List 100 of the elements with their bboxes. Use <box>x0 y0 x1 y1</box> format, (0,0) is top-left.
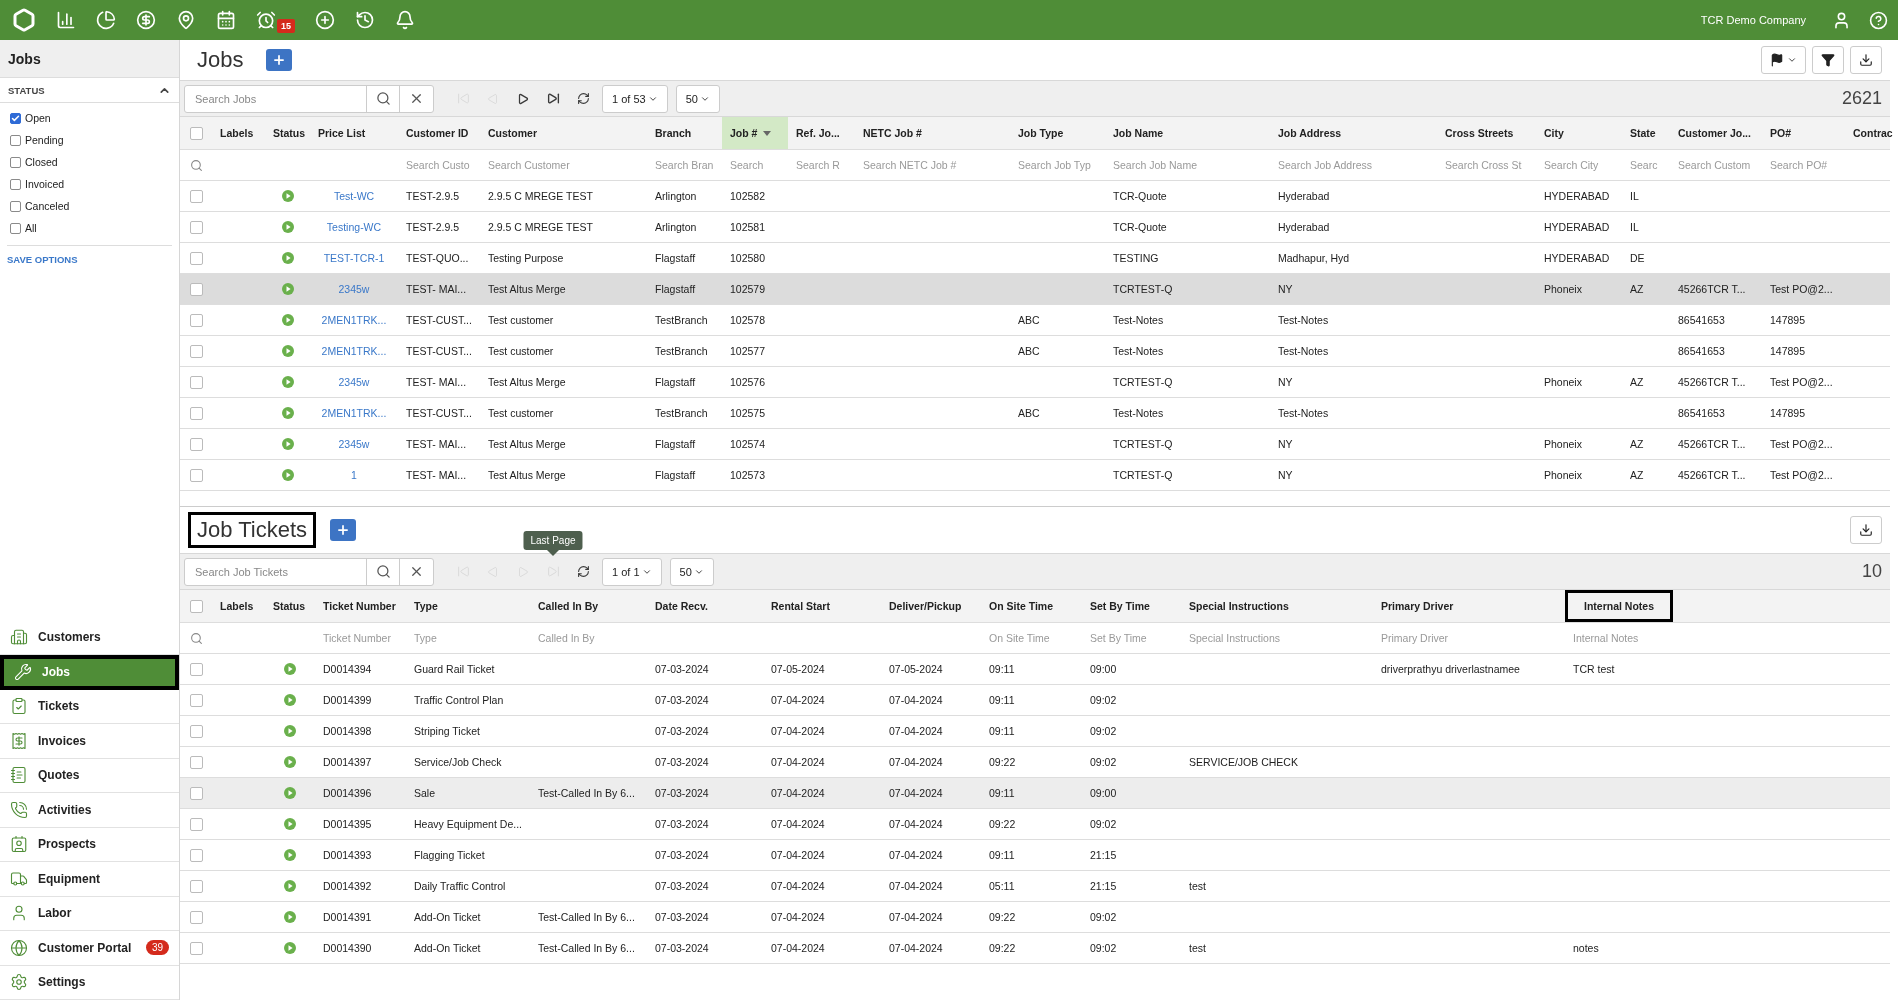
column-header[interactable]: Primary Driver <box>1373 590 1565 622</box>
alarm-clock-icon[interactable] <box>256 10 276 30</box>
column-header[interactable]: PO# <box>1762 117 1845 149</box>
column-header[interactable]: Job Type <box>1010 117 1105 149</box>
price-list-link[interactable]: 1 <box>351 469 357 481</box>
filter-field[interactable]: Type <box>406 632 530 644</box>
row-checkbox[interactable] <box>189 662 203 676</box>
dollar-icon[interactable] <box>136 10 156 30</box>
row-checkbox[interactable] <box>189 468 203 482</box>
filter-button[interactable] <box>1812 46 1844 74</box>
filter-field[interactable]: Primary Driver <box>1373 632 1565 644</box>
row-checkbox[interactable] <box>189 817 203 831</box>
status-checkbox[interactable] <box>10 178 21 190</box>
filter-field[interactable]: Internal Notes <box>1565 632 1715 644</box>
column-header[interactable]: Price List <box>310 117 398 149</box>
user-icon[interactable] <box>1832 10 1851 30</box>
filter-field[interactable]: Search Job Address <box>1270 159 1437 171</box>
column-header[interactable]: State <box>1622 117 1670 149</box>
bar-chart-icon[interactable] <box>56 10 76 30</box>
filter-field[interactable]: Search Job Typ <box>1010 159 1105 171</box>
page-dropdown[interactable]: 1 of 53 <box>602 84 668 113</box>
select-all-checkbox[interactable] <box>189 599 203 613</box>
filter-field[interactable]: Search Bran <box>647 159 722 171</box>
search-input[interactable]: Search Jobs <box>185 85 367 112</box>
row-checkbox[interactable] <box>189 313 203 327</box>
filter-field[interactable]: On Site Time <box>981 632 1082 644</box>
column-header[interactable]: Date Recv. <box>647 590 763 622</box>
column-header[interactable]: Called In By <box>530 590 647 622</box>
row-checkbox[interactable] <box>189 437 203 451</box>
column-header[interactable]: Status <box>265 590 315 622</box>
column-header[interactable]: Special Instructions <box>1181 590 1373 622</box>
filter-section-header[interactable]: STATUS <box>0 78 179 103</box>
filter-field[interactable]: Search Customer <box>480 159 647 171</box>
price-list-link[interactable]: Testing-WC <box>326 221 382 233</box>
status-checkbox[interactable] <box>10 200 21 212</box>
column-header[interactable]: Job Address <box>1270 117 1437 149</box>
filter-field[interactable]: Special Instructions <box>1181 632 1373 644</box>
column-header[interactable]: Job # <box>722 117 788 149</box>
price-list-link[interactable]: 2MEN1TRK... <box>321 407 387 419</box>
column-header[interactable]: NETC Job # <box>855 117 1010 149</box>
page-size-dropdown[interactable]: 50 <box>669 557 714 586</box>
filter-field[interactable]: Set By Time <box>1082 632 1181 644</box>
column-header[interactable]: Labels <box>212 117 265 149</box>
column-header[interactable]: Job Name <box>1105 117 1270 149</box>
row-checkbox[interactable] <box>189 282 203 296</box>
column-header[interactable]: City <box>1536 117 1622 149</box>
download-button[interactable] <box>1850 46 1882 74</box>
filter-field[interactable]: Search <box>722 159 788 171</box>
column-header[interactable]: Ref. Jo... <box>788 117 855 149</box>
column-header[interactable]: Deliver/Pickup <box>881 590 981 622</box>
row-checkbox[interactable] <box>189 693 203 707</box>
column-header[interactable]: Rental Start <box>763 590 881 622</box>
search-input[interactable]: Search Job Tickets <box>185 558 367 585</box>
nav-item[interactable]: Jobs <box>0 655 179 690</box>
column-header[interactable]: Set By Time <box>1082 590 1181 622</box>
row-checkbox[interactable] <box>189 786 203 800</box>
help-icon[interactable] <box>1869 10 1888 30</box>
row-checkbox[interactable] <box>189 848 203 862</box>
row-checkbox[interactable] <box>189 251 203 265</box>
price-list-link[interactable]: 2345w <box>338 376 370 388</box>
flag-dropdown[interactable] <box>1761 46 1806 74</box>
row-checkbox[interactable] <box>189 755 203 769</box>
status-checkbox[interactable] <box>10 134 21 146</box>
filter-field[interactable]: Search City <box>1536 159 1622 171</box>
row-checkbox[interactable] <box>189 941 203 955</box>
search-field[interactable]: Search Jobs <box>184 84 434 113</box>
filter-field[interactable]: Search NETC Job # <box>855 159 1010 171</box>
bell-icon[interactable] <box>395 10 415 30</box>
row-checkbox[interactable] <box>189 879 203 893</box>
price-list-link[interactable]: 2345w <box>338 438 370 450</box>
page-dropdown[interactable]: 1 of 1 <box>602 557 662 586</box>
row-checkbox[interactable] <box>189 375 203 389</box>
row-checkbox[interactable] <box>189 220 203 234</box>
column-header[interactable]: Contrac <box>1845 117 1898 149</box>
page-size-dropdown[interactable]: 50 <box>675 84 720 113</box>
map-pin-icon[interactable] <box>176 10 196 30</box>
filter-field[interactable]: Called In By <box>530 632 647 644</box>
add-circle-icon[interactable] <box>315 10 335 30</box>
add-button[interactable] <box>330 519 357 541</box>
row-checkbox[interactable] <box>189 189 203 203</box>
row-checkbox[interactable] <box>189 910 203 924</box>
column-header[interactable]: Ticket Number <box>315 590 406 622</box>
column-header[interactable]: Cross Streets <box>1437 117 1536 149</box>
price-list-link[interactable]: 2MEN1TRK... <box>321 314 387 326</box>
column-header[interactable]: Internal Notes <box>1565 590 1673 622</box>
table-row[interactable]: D0014396 Sale Test-Called In By 6... 07-03-2024 07-04-2024 07-04-2024 09:11 09:00 <box>180 778 1890 809</box>
filter-field[interactable]: Ticket Number <box>315 632 406 644</box>
column-header[interactable]: Type <box>406 590 530 622</box>
table-row[interactable]: 2345w TEST- MAI... Test Altus Merge Flagstaff 102579 TCRTEST-Q NY Phoneix AZ 45266TCR T... Test PO@2... <box>180 274 1890 305</box>
column-header[interactable]: Customer Jo... <box>1670 117 1762 149</box>
download-button[interactable] <box>1850 516 1882 544</box>
calendar-icon[interactable] <box>216 10 236 30</box>
filter-field[interactable]: Search R <box>788 159 855 171</box>
row-checkbox[interactable] <box>189 344 203 358</box>
column-header[interactable]: Status <box>265 117 310 149</box>
filter-field[interactable]: Search Cross St <box>1437 159 1536 171</box>
hexagon-logo-icon[interactable] <box>12 8 36 32</box>
price-list-link[interactable]: TEST-TCR-1 <box>323 252 385 264</box>
save-options-link[interactable]: SAVE OPTIONS <box>7 245 172 273</box>
status-checkbox[interactable] <box>10 156 21 168</box>
